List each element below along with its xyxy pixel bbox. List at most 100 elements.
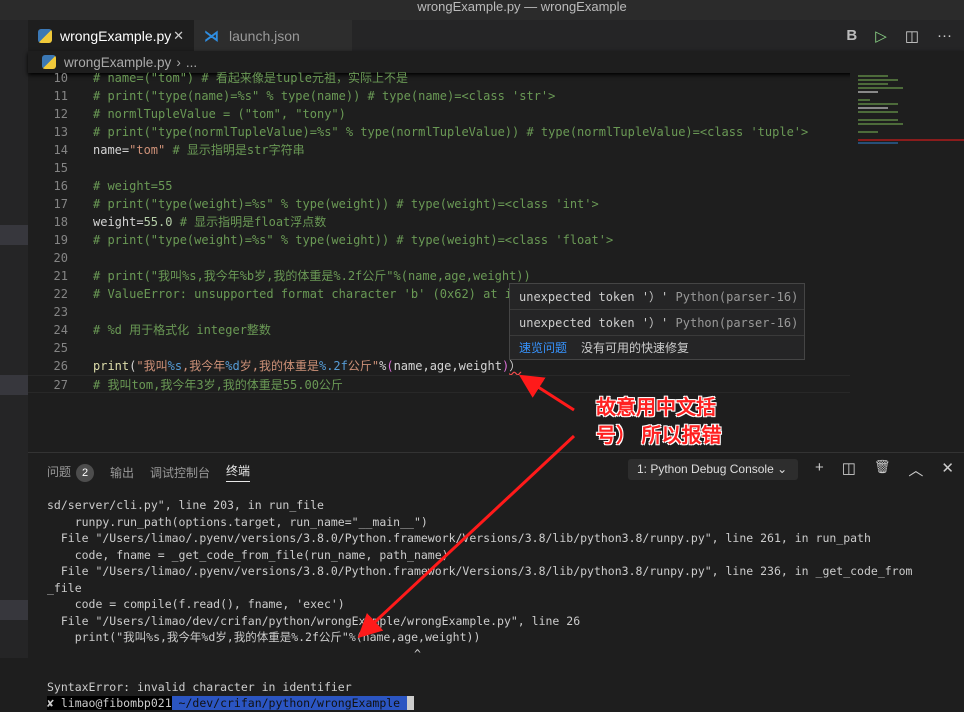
terminal-line: File "/Users/limao/dev/crifan/python/wro…: [47, 613, 581, 628]
terminal-line: _file: [47, 580, 82, 595]
tab-debug-console[interactable]: 调试控制台: [150, 464, 210, 481]
problems-count-badge: 2: [76, 463, 95, 482]
line-number: 15: [53, 161, 68, 175]
code-text: # print("type(normlTupleValue)=%s" % typ…: [93, 125, 809, 139]
python-icon: [42, 55, 56, 69]
tab-wrongexample-py[interactable]: wrongExample.py ✕: [28, 20, 194, 51]
code-line: 15: [28, 159, 850, 177]
terminal-prompt: ✘ limao@fibombp021 ~/dev/crifan/python/w…: [47, 695, 912, 712]
bottom-panel: 问题 2 输出 调试控制台 终端 1: Python Debug Console …: [28, 452, 964, 710]
tab-bar: wrongExample.py ✕ ⋊ launch.json: [28, 20, 964, 51]
terminal-line: File "/Users/limao/.pyenv/versions/3.8.0…: [47, 531, 871, 545]
line-number: 14: [53, 143, 68, 157]
window-title: wrongExample.py — wrongExample: [0, 0, 964, 20]
sidebar-item[interactable]: [0, 225, 28, 245]
line-number: 16: [53, 179, 68, 193]
code-line: 18 weight=55.0 # 显示指明是float浮点数: [28, 213, 850, 231]
code-line: 16 # weight=55: [28, 177, 850, 195]
line-number: 25: [53, 341, 68, 355]
tab-launch-json[interactable]: ⋊ launch.json: [194, 20, 352, 51]
line-number: 12: [53, 107, 68, 121]
tab-label: launch.json: [229, 27, 300, 44]
terminal-output[interactable]: sd/server/cli.py", line 203, in run_file…: [47, 497, 912, 712]
line-number: 10: [53, 71, 68, 85]
run-icon[interactable]: ▷: [875, 27, 887, 45]
terminal-line: code = compile(f.read(), fname, 'exec'): [47, 597, 345, 611]
line-number: 23: [53, 305, 68, 319]
annotation-text: 号） 所以报错: [596, 425, 722, 447]
code-text: name="tom" # 显示指明是str字符串: [93, 143, 305, 157]
hover-problem: unexpected token '）' Python(parser-16): [510, 310, 804, 336]
more-icon[interactable]: ···: [937, 27, 952, 44]
code-line: 10 # name=("tom") # 看起来像是tuple元祖，实际上不是: [28, 69, 850, 87]
code-line: 13 # print("type(normlTupleValue)=%s" % t…: [28, 123, 850, 141]
hover-problem: unexpected token '）' Python(parser-16): [510, 284, 804, 310]
no-quick-fix-text: 没有可用的快速修复: [581, 341, 690, 355]
code-text: # 我叫tom,我今年3岁,我的体重是55.00公斤: [93, 378, 343, 392]
code-editor[interactable]: 10 # name=("tom") # 看起来像是tuple元祖，实际上不是 11 #…: [28, 71, 850, 453]
code-line: 19 # print("type(weight)=%s" % type(weigh…: [28, 231, 850, 249]
terminal-line: File "/Users/limao/.pyenv/versions/3.8.0…: [47, 564, 913, 578]
code-text: # print("type(weight)=%s" % type(weight)…: [93, 233, 614, 247]
trash-icon[interactable]: 🗑: [874, 459, 891, 480]
code-text: # print("type(name)=%s" % type(name)) # …: [93, 89, 556, 103]
close-panel-icon[interactable]: ✕: [941, 459, 954, 480]
editor-actions: B ▷ ◫ ···: [846, 20, 964, 51]
add-terminal-icon[interactable]: +: [815, 459, 824, 480]
sidebar: [0, 20, 28, 658]
code-line: 14 name="tom" # 显示指明是str字符串: [28, 141, 850, 159]
code-text: # print("type(weight)=%s" % type(weight)…: [93, 197, 599, 211]
b-button[interactable]: B: [846, 27, 857, 44]
line-number: 20: [53, 251, 68, 265]
code-line: 11 # print("type(name)=%s" % type(name)) …: [28, 87, 850, 105]
annotation-text: 故意用中文括: [596, 397, 716, 419]
terminal-line: runpy.run_path(options.target, run_name=…: [47, 514, 428, 529]
code-text: # %d 用于格式化 integer整数: [93, 323, 271, 337]
code-line: 20: [28, 249, 850, 267]
terminal-line: print("我叫%s,我今年%d岁,我的体重是%.2f公斤"%(name,ag…: [47, 630, 481, 644]
code-line: 27 # 我叫tom,我今年3岁,我的体重是55.00公斤: [28, 375, 850, 393]
code-line: 12 # normlTupleValue = ("tom", "tony"): [28, 105, 850, 123]
code-text: # name=("tom") # 看起来像是tuple元祖，实际上不是: [93, 71, 408, 85]
code-text: weight=55.0 # 显示指明是float浮点数: [93, 215, 327, 229]
line-number: 17: [53, 197, 68, 211]
minimap[interactable]: [850, 73, 964, 453]
code-text: # ValueError: unsupported format charact…: [93, 287, 513, 301]
line-number: 11: [53, 89, 68, 103]
breadcrumb-separator: ›: [176, 54, 181, 70]
tab-label: wrongExample.py: [60, 27, 172, 44]
vscode-icon: ⋊: [204, 27, 219, 45]
peek-problem-link[interactable]: 速览问题: [519, 341, 567, 355]
code-text: # weight=55: [93, 179, 173, 193]
terminal-select[interactable]: 1: Python Debug Console ⌄: [628, 459, 798, 480]
problem-hover-widget: unexpected token '）' Python(parser-16) u…: [509, 283, 805, 360]
close-icon[interactable]: ✕: [173, 28, 184, 44]
split-editor-icon[interactable]: ◫: [905, 27, 919, 45]
line-number: 24: [53, 323, 68, 337]
sidebar-item[interactable]: [0, 600, 28, 620]
code-text: # normlTupleValue = ("tom", "tony"): [93, 107, 346, 121]
breadcrumb-symbol[interactable]: ...: [186, 55, 197, 70]
terminal-line: code, fname = _get_code_from_file(run_na…: [47, 547, 449, 562]
terminal-line: ^: [47, 646, 421, 661]
code-text: print("我叫%s,我今年%d岁,我的体重是%.2f公斤"%(name,ag…: [93, 359, 522, 373]
line-number: 21: [53, 269, 68, 283]
sidebar-item[interactable]: [0, 375, 28, 395]
line-number: 19: [53, 233, 68, 247]
code-text: # print("我叫%s,我今年%b岁,我的体重是%.2f公斤"%(name,…: [93, 269, 531, 283]
maximize-panel-icon[interactable]: ︿: [908, 459, 923, 480]
breadcrumb-file[interactable]: wrongExample.py: [64, 55, 171, 70]
tab-output[interactable]: 输出: [110, 464, 134, 481]
python-icon: [38, 28, 52, 43]
line-number: 18: [53, 215, 68, 229]
line-number: 26: [53, 359, 68, 373]
tab-terminal[interactable]: 终端: [226, 462, 251, 482]
line-number: 22: [53, 287, 68, 301]
code-line: 17 # print("type(weight)=%s" % type(weigh…: [28, 195, 850, 213]
terminal-line: SyntaxError: invalid character in identi…: [47, 679, 352, 694]
split-terminal-icon[interactable]: ◫: [842, 459, 856, 480]
line-number: 13: [53, 125, 68, 139]
tab-problems[interactable]: 问题 2: [47, 463, 95, 482]
line-number: 27: [53, 378, 68, 392]
